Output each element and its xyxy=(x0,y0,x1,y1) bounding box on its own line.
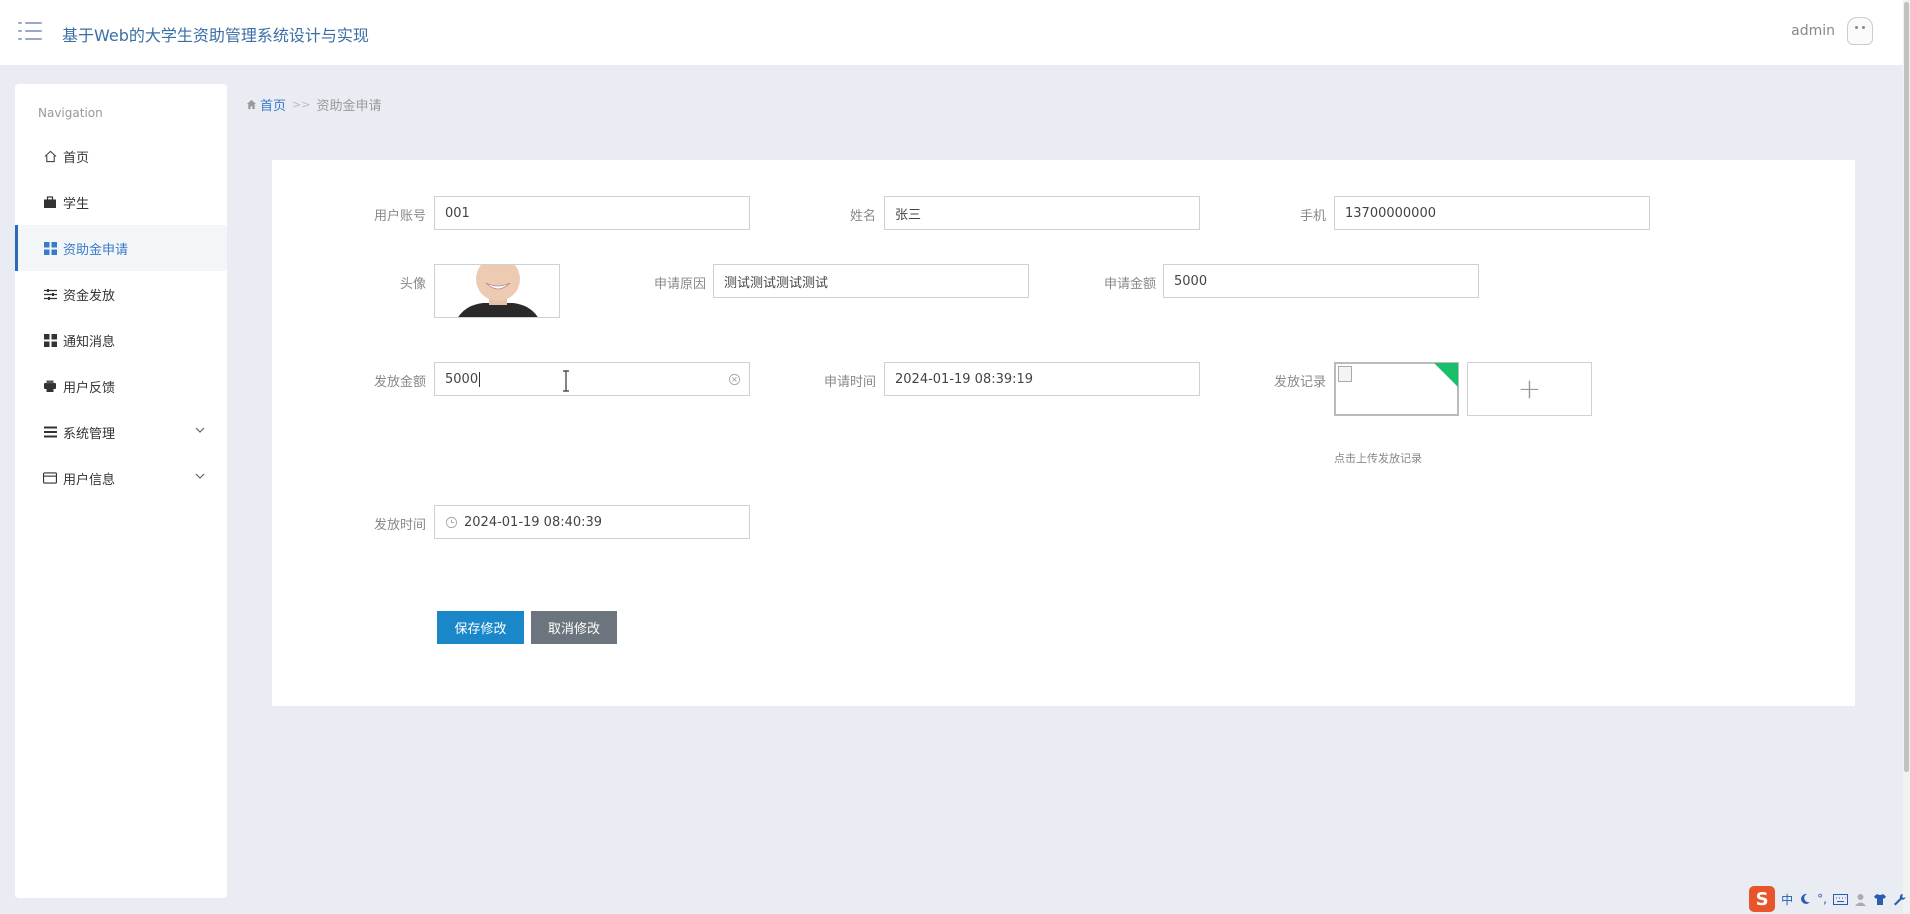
sidebar-item-label: 学生 xyxy=(63,196,90,212)
grid-icon xyxy=(43,333,57,347)
app-title: 基于Web的大学生资助管理系统设计与实现 xyxy=(62,26,369,45)
moon-icon[interactable] xyxy=(1799,893,1811,905)
user-icon[interactable] xyxy=(1854,893,1867,906)
punctuation-mode[interactable]: °, xyxy=(1817,892,1827,906)
payout-amount-value: 5000 xyxy=(445,371,479,387)
briefcase-icon xyxy=(43,195,57,209)
keyboard-icon[interactable] xyxy=(1833,893,1848,905)
save-button[interactable]: 保存修改 xyxy=(437,611,524,644)
scrollbar-thumb[interactable] xyxy=(1904,2,1909,772)
ime-logo-icon[interactable]: S xyxy=(1749,886,1776,912)
record-label: 发放记录 xyxy=(1273,375,1326,390)
amount-label: 申请金额 xyxy=(1103,277,1156,292)
home-icon xyxy=(246,99,257,110)
record-thumbnail[interactable] xyxy=(1334,362,1459,416)
ime-language[interactable]: 中 xyxy=(1781,891,1793,908)
avatar-label: 头像 xyxy=(399,277,426,292)
sidebar-item-label: 资金发放 xyxy=(63,288,116,304)
upload-record-button[interactable]: + xyxy=(1467,362,1592,416)
user-name[interactable]: admin xyxy=(1791,23,1835,39)
sidebar-item-student[interactable]: 学生 xyxy=(15,179,227,225)
amount-input[interactable]: 5000 xyxy=(1163,264,1479,298)
sidebar-item-user-info[interactable]: 用户信息 xyxy=(15,455,227,501)
selected-corner-icon xyxy=(1434,363,1458,387)
breadcrumb-home[interactable]: 首页 xyxy=(246,95,286,114)
name-label: 姓名 xyxy=(849,209,876,224)
top-header: 基于Web的大学生资助管理系统设计与实现 admin xyxy=(0,0,1903,65)
payout-amount-label: 发放金额 xyxy=(373,375,426,390)
chevron-down-icon[interactable] xyxy=(193,469,207,483)
text-cursor-icon xyxy=(563,370,569,392)
breadcrumb-separator: >> xyxy=(292,98,311,111)
text-caret xyxy=(479,371,481,387)
sidebar-item-system-management[interactable]: 系统管理 xyxy=(15,409,227,455)
payout-time-input[interactable]: 2024-01-19 08:40:39 xyxy=(434,505,750,539)
sidebar-item-grant-application[interactable]: 资助金申请 xyxy=(15,225,227,271)
avatar-image[interactable] xyxy=(434,264,560,318)
clear-icon[interactable] xyxy=(728,373,741,386)
sliders-icon xyxy=(43,287,57,301)
account-input[interactable]: 001 xyxy=(434,196,750,230)
phone-input[interactable]: 13700000000 xyxy=(1334,196,1650,230)
sidebar-item-label: 首页 xyxy=(63,150,90,166)
card-icon xyxy=(43,471,57,485)
cancel-button[interactable]: 取消修改 xyxy=(531,611,617,644)
breadcrumb-home-label: 首页 xyxy=(260,99,287,114)
payout-time-value: 2024-01-19 08:40:39 xyxy=(464,514,603,530)
sidebar-item-label: 通知消息 xyxy=(63,334,116,350)
sidebar-item-label: 用户信息 xyxy=(63,472,116,488)
home-icon xyxy=(43,149,57,163)
name-input[interactable]: 张三 xyxy=(884,196,1200,230)
chevron-down-icon[interactable] xyxy=(193,423,207,437)
grid-icon xyxy=(43,241,57,255)
sidebar-item-fund-disbursement[interactable]: 资金发放 xyxy=(15,271,227,317)
shirt-icon[interactable] xyxy=(1873,893,1887,906)
system-tray: S 中 °, xyxy=(1749,884,1910,914)
plus-icon: + xyxy=(1517,372,1542,405)
payout-amount-input[interactable]: 5000 xyxy=(434,362,750,396)
account-label: 用户账号 xyxy=(373,209,426,224)
upload-hint: 点击上传发放记录 xyxy=(1334,452,1422,465)
form-panel: 用户账号 001 姓名 张三 手机 13700000000 头像 申请原因 测试… xyxy=(272,160,1855,706)
clock-icon xyxy=(445,516,458,528)
phone-label: 手机 xyxy=(1299,209,1326,224)
breadcrumb: 首页 >> 资助金申请 xyxy=(246,95,381,114)
reason-label: 申请原因 xyxy=(653,277,706,292)
sidebar-item-user-feedback[interactable]: 用户反馈 xyxy=(15,363,227,409)
sidebar-item-label: 资助金申请 xyxy=(63,242,129,258)
page-scrollbar[interactable] xyxy=(1903,0,1910,914)
sidebar-item-home[interactable]: 首页 xyxy=(15,133,227,179)
nav-list: 首页 学生 资助金申请 资金发放 通知消息 用户反馈 系统管理 用户信息 xyxy=(15,133,227,501)
breadcrumb-current: 资助金申请 xyxy=(316,99,382,114)
sidebar-item-label: 用户反馈 xyxy=(63,380,116,396)
menu-toggle-icon[interactable] xyxy=(18,21,42,41)
nav-heading: Navigation xyxy=(38,106,103,120)
sidebar-item-notifications[interactable]: 通知消息 xyxy=(15,317,227,363)
payout-time-label: 发放时间 xyxy=(373,518,426,533)
user-avatar-icon[interactable] xyxy=(1847,17,1873,45)
printer-icon xyxy=(43,379,57,393)
reason-input[interactable]: 测试测试测试测试 xyxy=(713,264,1029,298)
apply-time-input[interactable]: 2024-01-19 08:39:19 xyxy=(884,362,1200,396)
apply-time-label: 申请时间 xyxy=(823,375,876,390)
broken-image-icon xyxy=(1338,366,1352,382)
list-icon xyxy=(43,425,57,439)
sidebar: Navigation 首页 学生 资助金申请 资金发放 通知消息 用户反馈 系统… xyxy=(15,84,227,898)
sidebar-item-label: 系统管理 xyxy=(63,426,116,442)
wrench-icon[interactable] xyxy=(1893,893,1906,906)
